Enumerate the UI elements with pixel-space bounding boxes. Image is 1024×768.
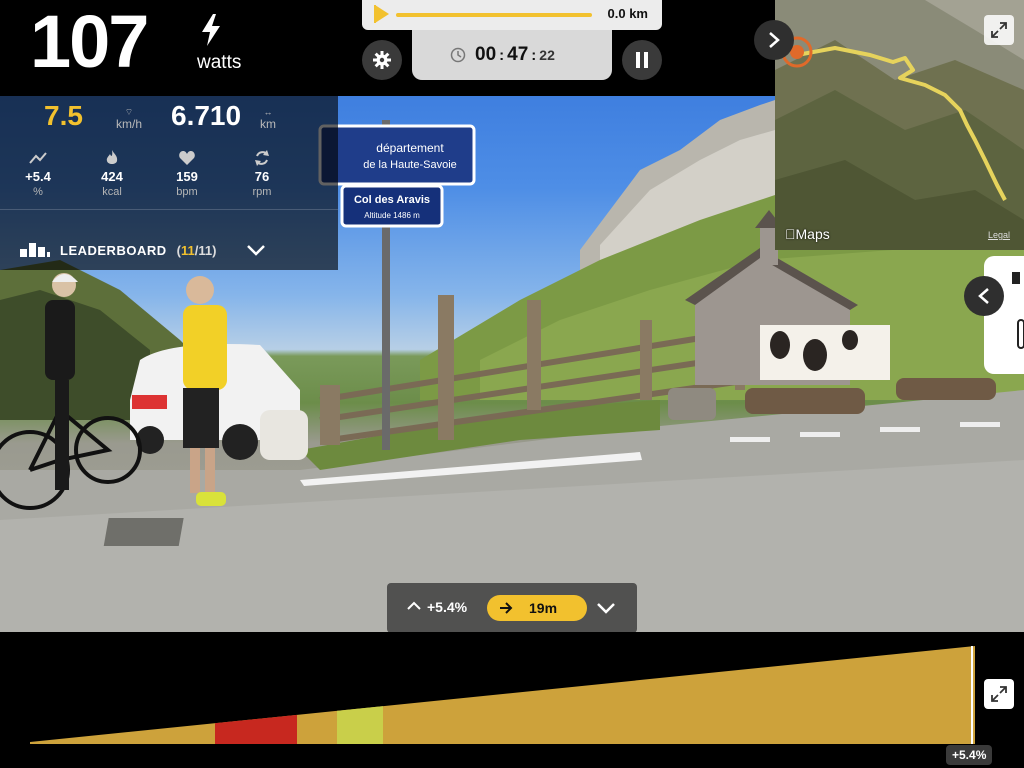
bolt-icon — [202, 14, 220, 46]
progress-marker-icon — [374, 5, 389, 23]
settings-button[interactable] — [362, 40, 402, 80]
cadence-icon — [255, 150, 269, 166]
profile-steep-segment — [215, 646, 297, 744]
chevron-up-icon — [407, 601, 421, 610]
clock-icon — [450, 47, 466, 63]
sign-text-4: Altitude 1486 m — [364, 211, 420, 220]
grade-value: +5.4 — [25, 169, 51, 184]
profile-light-segment — [337, 646, 383, 744]
calories-value: 424 — [101, 169, 123, 184]
profile-base — [30, 646, 975, 744]
arrow-right-icon — [500, 602, 513, 614]
expand-icon — [991, 686, 1007, 702]
map-collapse-button[interactable] — [754, 20, 794, 60]
chevron-right-icon — [769, 32, 780, 48]
expand-icon — [991, 22, 1007, 38]
leaderboard-icon — [20, 243, 50, 257]
grade-icon — [29, 152, 47, 164]
calories-unit: kcal — [102, 186, 122, 198]
sign-text-1: département — [376, 141, 444, 155]
pause-button[interactable] — [622, 40, 662, 80]
map-legal-link[interactable]: Legal — [988, 230, 1010, 240]
speed-unit-label: km/h — [116, 117, 143, 131]
map-attribution: Maps — [785, 226, 830, 242]
speed-unit: ⌔ km/h — [116, 106, 142, 130]
timer-minutes: 47 — [507, 44, 529, 65]
timer-hours: 00 — [475, 44, 497, 65]
stats-panel: 7.5 ⌔ km/h 6.710 ↔ km +5.4 % 424 kcal 15… — [0, 96, 338, 270]
elevation-chart — [30, 646, 975, 744]
progress-distance: 0.0 km — [607, 6, 648, 21]
grade-metric: +5.4 % — [8, 150, 68, 198]
distance-value: 6.710 — [171, 100, 242, 131]
power-unit: watts — [197, 52, 242, 73]
grade-indicator[interactable]: +5.4% 19m — [387, 583, 637, 633]
timer-sep-1: : — [499, 47, 505, 64]
next-segment-distance: 19m — [529, 600, 558, 616]
heart-rate-metric: 159 bpm — [157, 150, 217, 198]
elevation-profile: +5.4% — [0, 632, 1024, 768]
timer-sep-2: : — [531, 47, 537, 64]
next-segment-pill: 19m — [487, 595, 587, 621]
flame-icon — [106, 150, 118, 164]
heart-icon — [179, 151, 195, 165]
chevron-down-icon — [597, 603, 615, 614]
chevron-left-icon — [978, 288, 989, 304]
cadence-value: 76 — [254, 169, 270, 184]
ride-timer: 00:47:22 — [412, 30, 612, 80]
timer-text: 00:47:22 — [475, 44, 555, 66]
side-panel-toggle[interactable] — [964, 276, 1004, 316]
timer-seconds: 22 — [539, 47, 555, 63]
leaderboard-toggle[interactable]: LEADERBOARD (11/11) — [0, 230, 338, 270]
map-expand-button[interactable] — [984, 15, 1014, 45]
map-attribution-text: Maps — [785, 226, 830, 242]
panel-divider — [0, 209, 338, 210]
profile-grade-label: +5.4% — [946, 745, 993, 765]
gear-icon — [373, 51, 391, 69]
leaderboard-count: (11/11) — [177, 243, 217, 258]
distance-unit: ↔ km — [260, 106, 276, 130]
power-value: 107 — [30, 0, 149, 83]
leaderboard-label: LEADERBOARD — [60, 242, 167, 258]
grade-unit: % — [33, 186, 43, 198]
route-progress: 0.0 km — [362, 0, 662, 30]
calories-metric: 424 kcal — [82, 150, 142, 198]
progress-track — [396, 13, 592, 17]
sign-text-3: Col des Aravis — [354, 194, 430, 206]
heart-rate-unit: bpm — [176, 186, 198, 198]
pause-icon — [636, 52, 648, 68]
chevron-down-icon — [247, 245, 266, 256]
cadence-unit: rpm — [252, 186, 272, 198]
distance-unit-label: km — [260, 117, 276, 131]
heart-rate-value: 159 — [176, 169, 198, 184]
cadence-metric: 76 rpm — [232, 150, 292, 198]
current-grade: +5.4% — [427, 599, 468, 615]
speed-value: 7.5 — [44, 100, 83, 131]
leaderboard-position: 11 — [180, 242, 195, 258]
leaderboard-total: /11) — [194, 242, 217, 258]
sign-text-2: de la Haute-Savoie — [363, 159, 457, 171]
elevation-expand-button[interactable] — [984, 679, 1014, 709]
